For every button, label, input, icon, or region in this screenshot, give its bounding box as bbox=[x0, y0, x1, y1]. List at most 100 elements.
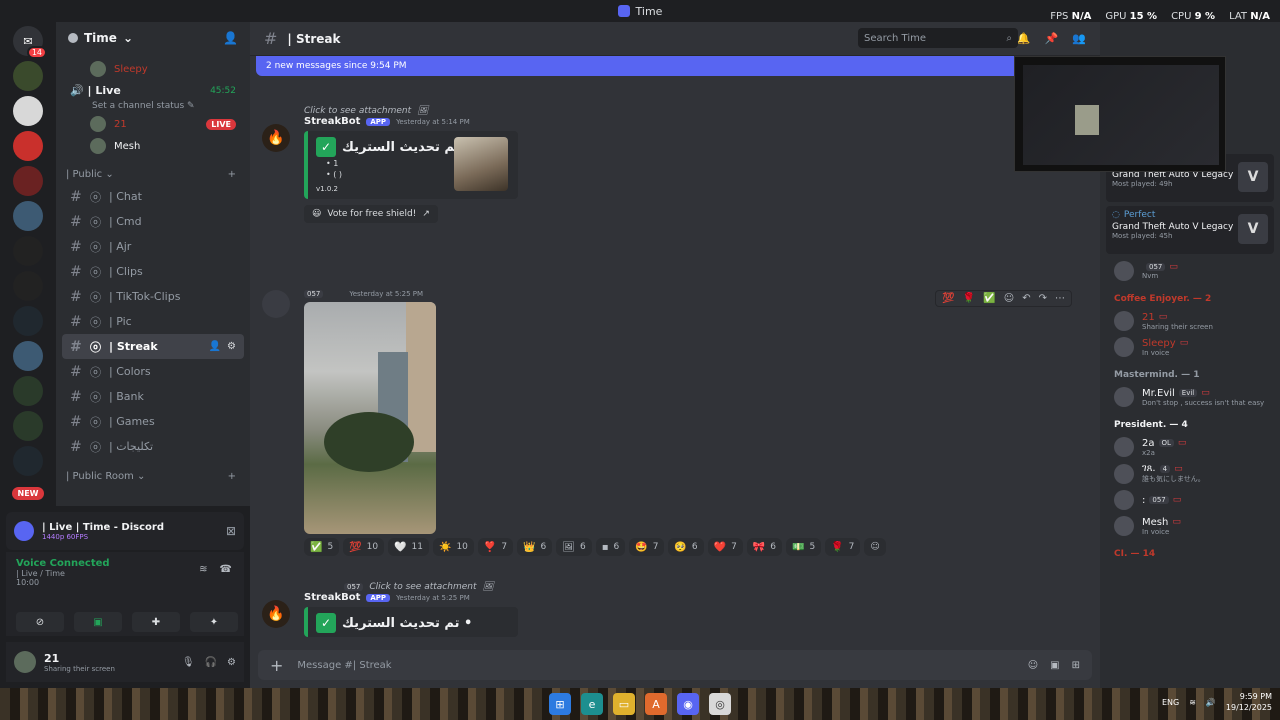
channel-item[interactable]: # ⓞ | تكليجات bbox=[62, 434, 244, 459]
apps-icon[interactable]: ⊞ bbox=[1072, 660, 1080, 671]
voice-channel-live[interactable]: 🔊 | Live 45:52 bbox=[62, 80, 244, 101]
message[interactable]: 🔥 Click to see attachment 🖼 StreakBot APP… bbox=[250, 106, 1088, 223]
server-icon[interactable] bbox=[13, 341, 43, 371]
new-servers-pill[interactable]: NEW bbox=[11, 487, 45, 500]
server-icon[interactable] bbox=[13, 61, 43, 91]
server-icon[interactable] bbox=[13, 96, 43, 126]
category-public-room[interactable]: | Public Room ⌄ + bbox=[62, 459, 244, 486]
gif-icon[interactable]: ▣ bbox=[1050, 660, 1059, 671]
add-channel-icon[interactable]: + bbox=[228, 471, 236, 482]
activity-card[interactable]: ◌ Perfect Grand Theft Auto V Legacy Most pl… bbox=[1106, 206, 1274, 254]
server-folder[interactable] bbox=[13, 446, 43, 476]
search-input[interactable]: Search Time ⌕ bbox=[858, 28, 1018, 48]
vote-button[interactable]: 😃 Vote for free shield! ↗ bbox=[304, 205, 438, 223]
channel-item[interactable]: # ⓞ | TikTok-Clips bbox=[62, 284, 244, 309]
reaction-chip[interactable]: 🌹 7 bbox=[825, 538, 861, 556]
reaction-chip[interactable]: 🤍 11 bbox=[388, 538, 429, 556]
reaction-chip[interactable]: ☀️ 10 bbox=[433, 538, 474, 556]
reaction-chip[interactable]: 💯 10 bbox=[343, 538, 385, 556]
server-icon[interactable] bbox=[13, 271, 43, 301]
streakbot-avatar[interactable]: 🔥 bbox=[262, 124, 290, 152]
server-icon[interactable] bbox=[13, 236, 43, 266]
noise-suppression-icon[interactable]: ≋ bbox=[199, 564, 207, 575]
photo-attachment[interactable] bbox=[304, 302, 436, 534]
reaction-chip[interactable]: 👑 6 bbox=[517, 538, 553, 556]
server-icon[interactable] bbox=[13, 306, 43, 336]
channel-item[interactable]: # ⓞ | Bank bbox=[62, 384, 244, 409]
author-name[interactable]: StreakBot bbox=[304, 592, 360, 603]
direct-messages-button[interactable]: ✉ 14 bbox=[13, 26, 47, 59]
disconnect-icon[interactable]: ☎ bbox=[220, 564, 232, 575]
reaction-chip[interactable]: 🤩 7 bbox=[629, 538, 665, 556]
bell-icon[interactable]: 🔔 bbox=[1017, 32, 1031, 45]
settings-gear-icon[interactable]: ⚙ bbox=[227, 657, 236, 668]
server-icon[interactable] bbox=[13, 166, 43, 196]
reaction-chip[interactable]: 🖼 6 bbox=[556, 538, 592, 556]
reply-reference[interactable]: Click to see attachment 🖼 bbox=[304, 106, 1088, 116]
channel-item[interactable]: # ⓞ | Chat bbox=[62, 184, 244, 209]
language-indicator[interactable]: ENG bbox=[1162, 698, 1179, 707]
volume-icon[interactable]: 🔊 bbox=[1206, 698, 1216, 707]
reaction-chip[interactable]: 💵 5 bbox=[785, 538, 822, 556]
message-composer[interactable]: + Message #| Streak ☺ ▣ ⊞ bbox=[258, 650, 1092, 680]
reaction-chip[interactable]: ❤️ 7 bbox=[707, 538, 743, 556]
add-reaction-icon[interactable]: ☺ bbox=[1004, 293, 1014, 304]
channel-item[interactable]: # ⓞ | Cmd bbox=[62, 209, 244, 234]
reaction-chip[interactable]: ✅ 5 bbox=[304, 538, 340, 556]
reaction-chip[interactable]: ❣️ 7 bbox=[477, 538, 514, 556]
channel-item[interactable]: # ⓞ | Colors bbox=[62, 359, 244, 384]
stop-stream-icon[interactable]: ⊠ bbox=[226, 524, 236, 538]
new-messages-bar[interactable]: 2 new messages since 9:54 PM Ma bbox=[256, 56, 1094, 76]
channel-settings-gear-icon[interactable]: ⚙ bbox=[227, 341, 236, 352]
channel-item[interactable]: # ⓞ | Clips bbox=[62, 259, 244, 284]
edge-icon[interactable]: e bbox=[581, 693, 603, 715]
falcon-thumbnail[interactable] bbox=[454, 137, 508, 191]
set-channel-status[interactable]: Set a channel status ✎ bbox=[62, 101, 244, 113]
headphones-icon[interactable]: 🎧 bbox=[205, 657, 217, 668]
start-button[interactable]: ⊞ bbox=[549, 693, 571, 715]
message[interactable]: 🔥 057 Click to see attachment 🖼 StreakBot … bbox=[250, 582, 1088, 637]
member-item[interactable]: Sleepy ▭ In voice bbox=[1100, 334, 1280, 360]
reaction-chip[interactable]: 🥺 6 bbox=[668, 538, 704, 556]
discord-taskbar-icon[interactable]: ◉ bbox=[677, 693, 699, 715]
server-header[interactable]: Time ⌄ 👤 bbox=[56, 22, 250, 54]
reaction-100-icon[interactable]: 💯 bbox=[942, 293, 954, 304]
reaction-rose-icon[interactable]: 🌹 bbox=[963, 293, 975, 304]
category-public[interactable]: | Public ⌄ + bbox=[62, 157, 244, 184]
invite-icon[interactable]: 👤 bbox=[209, 341, 221, 352]
forward-icon[interactable]: ↷ bbox=[1039, 293, 1047, 304]
server-folder[interactable] bbox=[13, 411, 43, 441]
reaction-chip[interactable]: 🎀 6 bbox=[746, 538, 782, 556]
wifi-icon[interactable]: ≋ bbox=[1189, 698, 1196, 707]
reaction-chip[interactable]: ▪ 6 bbox=[595, 538, 626, 556]
channel-item[interactable]: # ⓞ | Ajr bbox=[62, 234, 244, 259]
file-explorer-icon[interactable]: ▭ bbox=[613, 693, 635, 715]
message-input[interactable]: Message #| Streak bbox=[297, 660, 391, 671]
more-icon[interactable]: ⋯ bbox=[1055, 293, 1065, 304]
microphone-icon[interactable]: 🎙 bbox=[182, 657, 195, 668]
stream-preview[interactable] bbox=[1014, 56, 1226, 172]
pin-icon[interactable]: 📌 bbox=[1045, 32, 1059, 45]
screen-share-button[interactable]: ▣ bbox=[74, 612, 122, 632]
member-item[interactable]: ገጸ. 4 ▭ 誰も気にしません。 bbox=[1100, 460, 1280, 487]
reply-icon[interactable]: ↶ bbox=[1022, 293, 1030, 304]
reply-reference[interactable]: 057 Click to see attachment 🖼 bbox=[304, 582, 1088, 592]
add-channel-icon[interactable]: + bbox=[228, 169, 236, 180]
member-item[interactable]: 057 ▭ Nvm bbox=[1100, 258, 1280, 284]
upload-plus-icon[interactable]: + bbox=[270, 656, 283, 675]
channel-item[interactable]: # ⓞ | Pic bbox=[62, 309, 244, 334]
voice-user[interactable]: 21 LIVE bbox=[62, 113, 244, 135]
activities-button[interactable]: ✚ bbox=[132, 612, 180, 632]
member-item[interactable]: Mr.Evil Evil ▭ Don't stop , success isn't t… bbox=[1100, 384, 1280, 410]
voice-user[interactable]: Mesh bbox=[62, 135, 244, 157]
user-avatar[interactable] bbox=[14, 651, 36, 673]
app-icon[interactable]: A bbox=[645, 693, 667, 715]
user-avatar[interactable] bbox=[262, 290, 290, 318]
voice-user[interactable]: Sleepy bbox=[62, 58, 244, 80]
server-folder[interactable] bbox=[13, 376, 43, 406]
stream-status-card[interactable]: | Live | Time - Discord 1440p 60FPS ⊠ bbox=[6, 512, 244, 550]
reaction-check-icon[interactable]: ✅ bbox=[983, 293, 995, 304]
member-item[interactable]: Mesh ▭ In voice bbox=[1100, 513, 1280, 539]
soundboard-button[interactable]: ✦ bbox=[190, 612, 238, 632]
emoji-picker-icon[interactable]: ☺ bbox=[1028, 660, 1038, 671]
